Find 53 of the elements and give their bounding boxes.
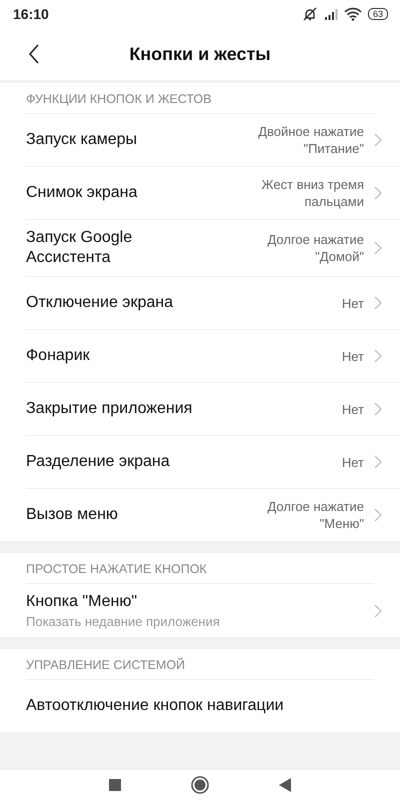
chevron-icon: [374, 186, 382, 200]
row-value: Нет: [342, 400, 364, 418]
status-time: 16:10: [13, 6, 49, 22]
row-value: Долгое нажатие "Меню": [267, 498, 364, 532]
battery-icon: 63: [368, 8, 388, 20]
row-value: Жест вниз тремя пальцами: [262, 176, 364, 210]
section-header: ФУНКЦИИ КНОПОК И ЖЕСТОВ: [26, 83, 374, 114]
chevron-icon: [374, 508, 382, 522]
chevron-icon: [374, 296, 382, 310]
row-value: Долгое нажатие "Домой": [267, 231, 364, 265]
settings-row[interactable]: Вызов меню Долгое нажатие "Меню": [26, 489, 400, 541]
settings-row[interactable]: Запуск Google Ассистента Долгое нажатие "Домой": [26, 220, 400, 277]
settings-row[interactable]: Запуск камеры Двойное нажатие "Питание": [26, 114, 400, 167]
back-icon: [28, 44, 40, 64]
settings-row[interactable]: Отключение экрана Нет: [26, 277, 400, 330]
row-value: Нет: [342, 294, 364, 312]
row-value: Двойное нажатие "Питание": [258, 123, 364, 157]
section-header: ПРОСТОЕ НАЖАТИЕ КНОПОК: [26, 553, 374, 584]
settings-row[interactable]: Фонарик Нет: [26, 330, 400, 383]
row-title: Запуск камеры: [26, 130, 138, 150]
row-title: Автоотключение кнопок навигации: [26, 696, 285, 716]
row-value: Нет: [342, 348, 364, 364]
row-title: Закрытие приложения: [26, 399, 194, 419]
row-title: Запуск Google Ассистента: [26, 228, 134, 268]
row-value: Нет: [342, 454, 364, 470]
section-header: УПРАВЛЕНИЕ СИСТЕМОЙ: [26, 649, 374, 680]
row-title: Кнопка "Меню": [26, 592, 138, 612]
circle-icon: [191, 776, 209, 794]
chevron-icon: [374, 349, 382, 363]
muted-bell-icon: [302, 7, 318, 21]
row-title: Снимок экрана: [26, 183, 138, 203]
row-title: Разделение экрана: [26, 452, 171, 472]
row-title: Фонарик: [26, 346, 91, 366]
settings-row[interactable]: Закрытие приложения Нет: [26, 383, 400, 436]
chevron-icon: [374, 241, 382, 255]
row-title: Отключение экрана: [26, 293, 174, 313]
settings-row[interactable]: Кнопка "Меню" Показать недавние приложения: [26, 584, 400, 637]
settings-row[interactable]: Разделение экрана Нет: [26, 436, 400, 489]
home-button[interactable]: [191, 776, 209, 794]
back-nav-button[interactable]: [279, 778, 291, 792]
chevron-icon: [374, 133, 382, 147]
page-title: Кнопки и жесты: [129, 44, 271, 64]
chevron-icon: [374, 455, 382, 469]
row-title: Вызов меню: [26, 505, 119, 525]
settings-row[interactable]: Автоотключение кнопок навигации: [26, 680, 400, 732]
chevron-icon: [374, 402, 382, 416]
square-icon: [109, 779, 121, 791]
signal-icon: [324, 8, 338, 20]
wifi-icon: [344, 7, 362, 21]
row-subtitle: Показать недавние приложения: [26, 614, 221, 629]
triangle-icon: [279, 778, 291, 792]
chevron-icon: [374, 604, 382, 618]
settings-row[interactable]: Снимок экрана Жест вниз тремя пальцами: [26, 167, 400, 220]
